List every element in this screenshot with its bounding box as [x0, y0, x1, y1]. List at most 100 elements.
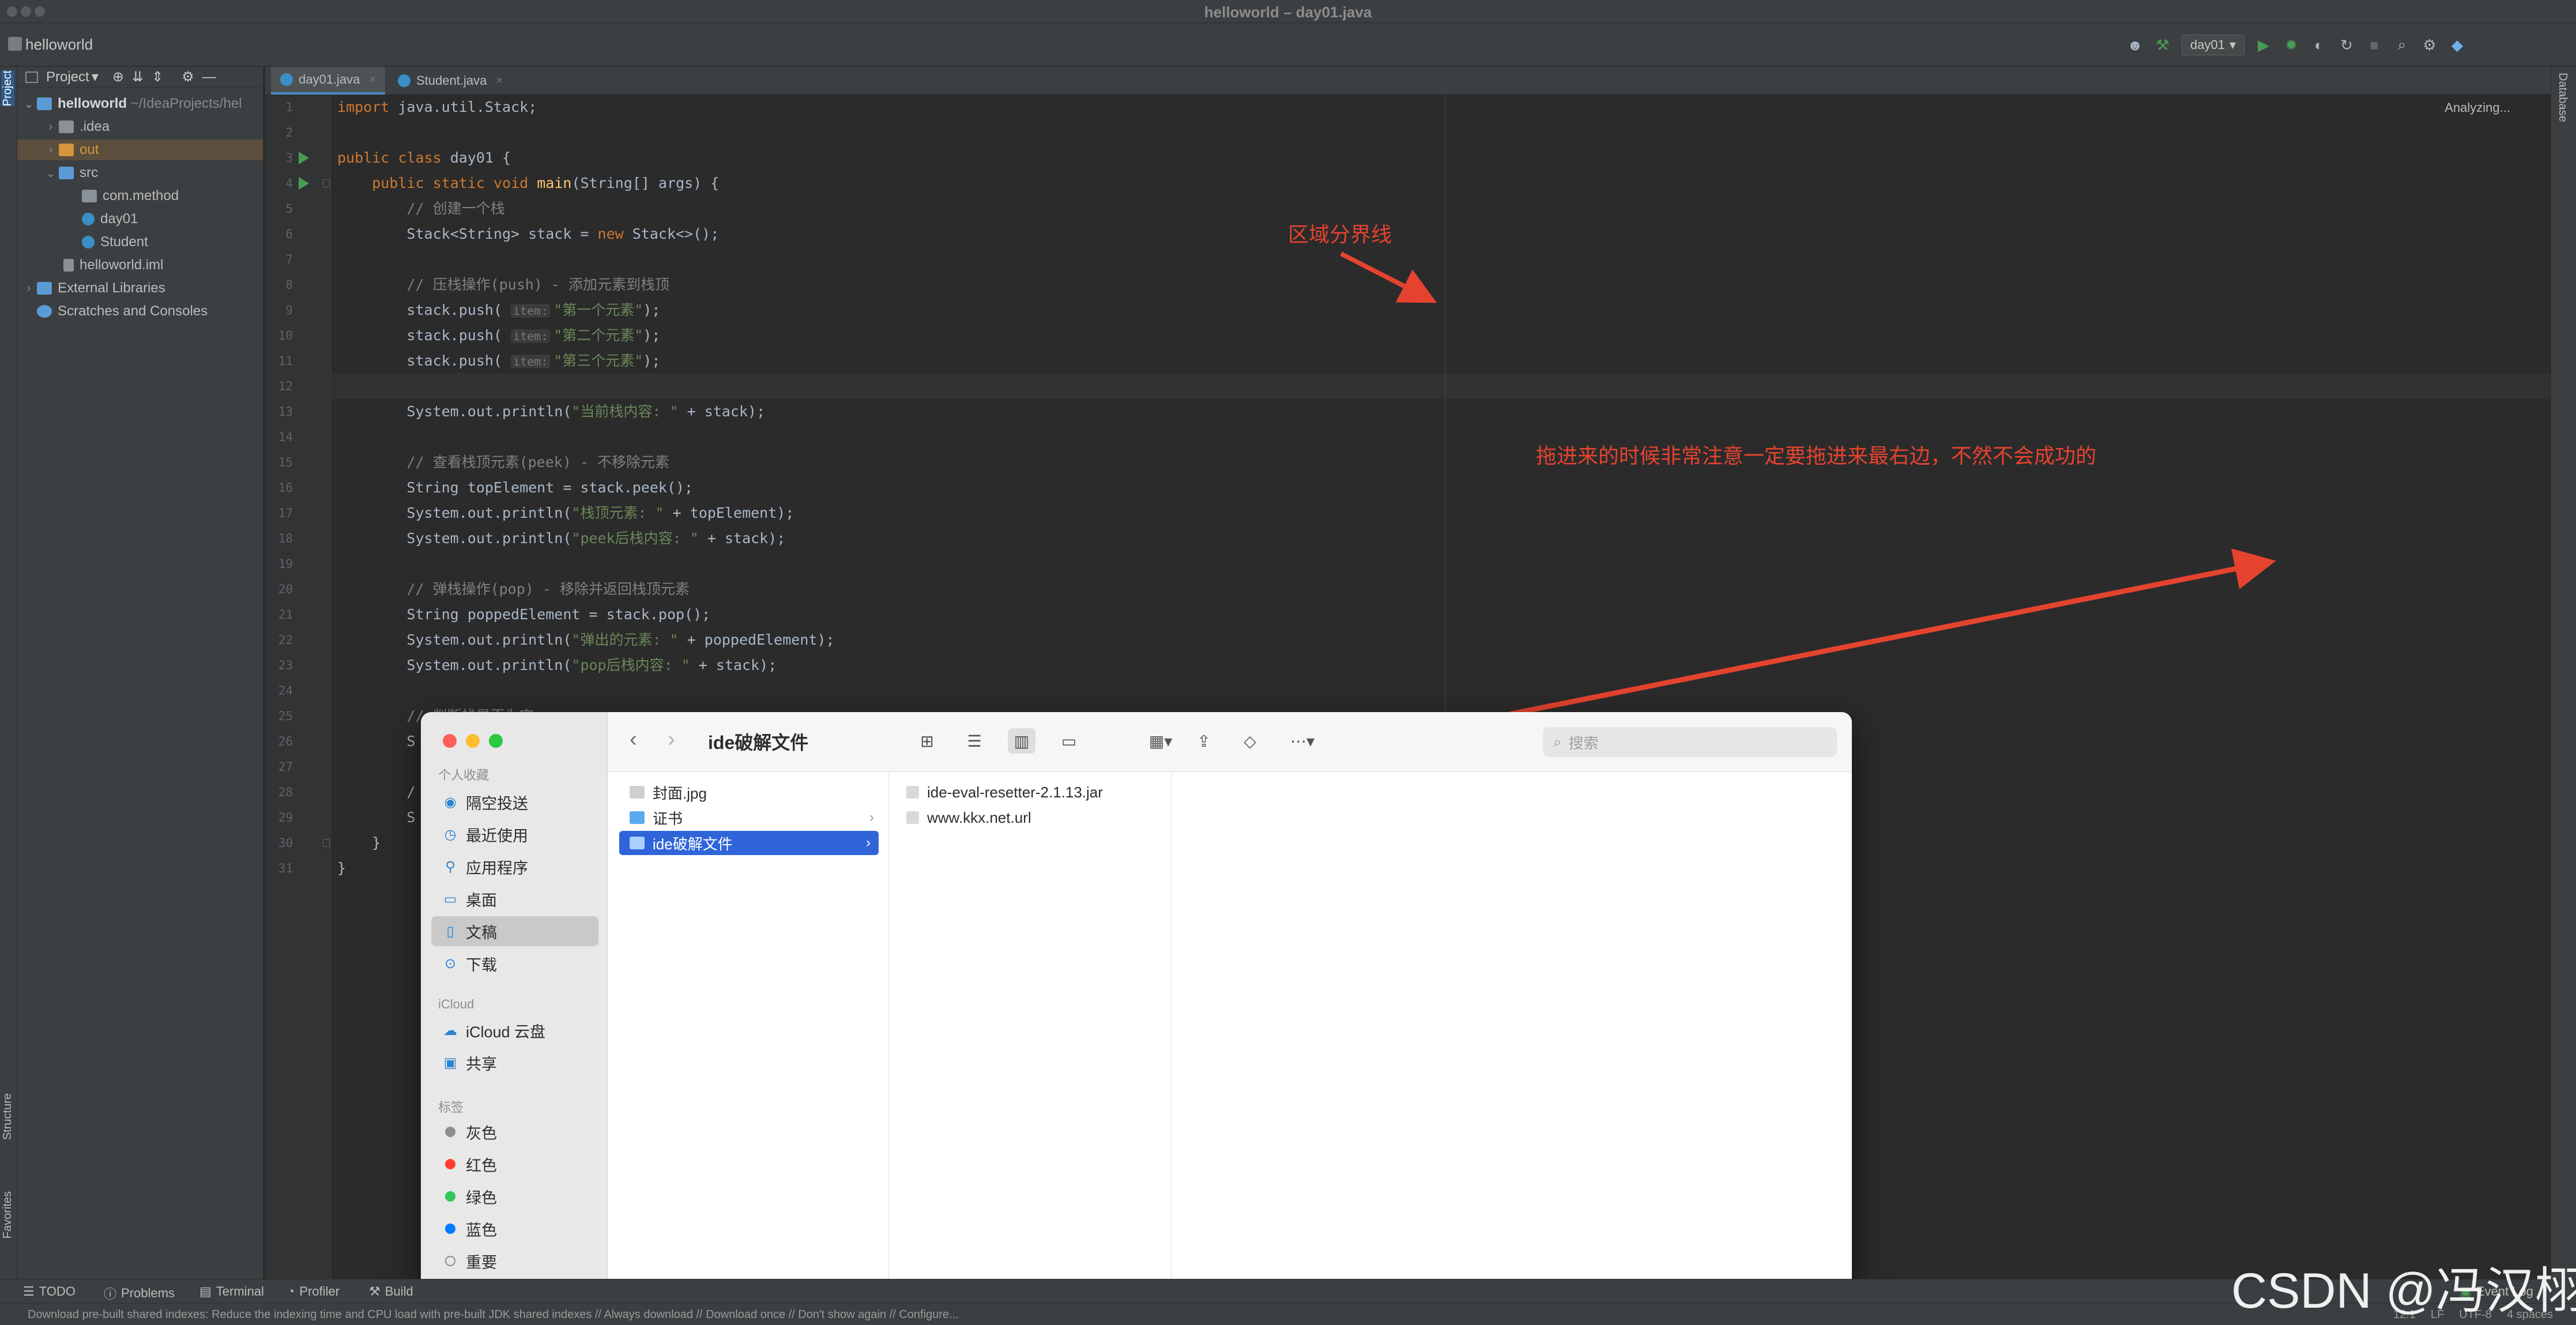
- search-icon: ⌕: [1553, 733, 1562, 750]
- status-message[interactable]: Download pre-built shared indexes: Reduc…: [28, 1308, 959, 1322]
- file-label: www.kkx.net.url: [927, 808, 1031, 826]
- applications-icon: ⚲: [445, 859, 455, 875]
- finder-column-2: ide-eval-resetter-2.1.13.jar www.kkx.net…: [889, 772, 1172, 1307]
- tool-label: Problems: [121, 1286, 175, 1300]
- file-label: ide破解文件: [653, 835, 733, 853]
- shared-folder-icon: ▣: [443, 1055, 457, 1071]
- search-placeholder: 搜索: [1568, 734, 1599, 752]
- finder-sidebar: 个人收藏 ◉ 隔空投送 ◷ 最近使用 ⚲ 应用程序 ▭ 桌面 ▯ 文稿 ⊙ 下载 iClou…: [421, 712, 608, 1307]
- jar-file-icon: [906, 786, 919, 799]
- hammer-icon: ⚒: [369, 1284, 381, 1298]
- tag-dot-icon: [445, 1127, 455, 1137]
- list-item-certificate[interactable]: 证书 ›: [623, 805, 882, 830]
- column-view-icon[interactable]: ▥: [1008, 728, 1035, 754]
- file-label: 证书: [653, 810, 683, 827]
- tool-problems[interactable]: ⓘ Problems: [104, 1284, 175, 1303]
- folder-icon: [630, 837, 645, 849]
- finder-column-1: 封面.jpg 证书 › ide破解文件 ›: [608, 772, 889, 1307]
- image-file-icon: [630, 786, 645, 799]
- sidebar-item-airdrop[interactable]: ◉ 隔空投送: [431, 787, 598, 817]
- status-bar: Download pre-built shared indexes: Reduc…: [0, 1303, 2576, 1325]
- sidebar-item-label: 下载: [466, 956, 497, 974]
- terminal-icon: ▤: [199, 1284, 212, 1298]
- sidebar-tag-important[interactable]: 重要: [431, 1246, 598, 1276]
- sidebar-tag-green[interactable]: 绿色: [431, 1181, 598, 1211]
- download-icon: ⊙: [444, 955, 457, 972]
- sidebar-section-icloud: iCloud: [438, 997, 474, 1011]
- list-view-icon[interactable]: ☰: [961, 728, 988, 754]
- tag-dot-icon: [445, 1224, 455, 1234]
- tool-todo[interactable]: ☰ TODO: [23, 1284, 76, 1299]
- tool-label: Terminal: [216, 1284, 264, 1298]
- tool-label: Build: [385, 1284, 413, 1298]
- tool-label: TODO: [39, 1284, 76, 1298]
- file-label: 封面.jpg: [653, 784, 707, 802]
- sidebar-item-label: iCloud 云盘: [466, 1023, 546, 1041]
- finder-current-folder: ide破解文件: [708, 732, 809, 753]
- document-icon: ▯: [446, 923, 454, 939]
- share-icon[interactable]: ⇪: [1190, 728, 1218, 754]
- cloud-icon: ☁: [443, 1022, 457, 1038]
- sidebar-tag-gray[interactable]: 灰色: [431, 1117, 598, 1147]
- profiler-icon: ◔: [287, 1284, 295, 1298]
- zoom-window-icon[interactable]: [489, 734, 503, 748]
- sidebar-item-desktop[interactable]: ▭ 桌面: [431, 884, 598, 914]
- arrow-to-boundary: [1340, 251, 1437, 303]
- icon-view-icon[interactable]: ⊞: [913, 728, 941, 754]
- sidebar-item-label: 隔空投送: [466, 795, 528, 812]
- finder-toolbar: ‹ › ide破解文件 ⊞ ☰ ▥ ▭ ▦▾ ⇪ ◇ ⋯▾ ⌕ 搜索: [608, 712, 1852, 772]
- desktop-icon: ▭: [443, 891, 457, 907]
- chevron-right-icon: ›: [866, 835, 871, 850]
- folder-icon: [630, 811, 645, 824]
- sidebar-item-label: 文稿: [466, 924, 497, 942]
- sidebar-item-label: 最近使用: [466, 827, 528, 845]
- sidebar-tag-red[interactable]: 红色: [431, 1149, 598, 1179]
- sidebar-item-documents[interactable]: ▯ 文稿: [431, 916, 598, 946]
- finder-window[interactable]: 个人收藏 ◉ 隔空投送 ◷ 最近使用 ⚲ 应用程序 ▭ 桌面 ▯ 文稿 ⊙ 下载 iClou…: [421, 712, 1852, 1307]
- list-item-jar[interactable]: ide-eval-resetter-2.1.13.jar: [906, 780, 1160, 804]
- list-item-url[interactable]: www.kkx.net.url: [906, 805, 1160, 830]
- sidebar-item-label: 灰色: [466, 1124, 497, 1142]
- sidebar-item-label: 应用程序: [466, 859, 528, 877]
- close-window-icon[interactable]: [443, 734, 457, 748]
- problems-icon: ⓘ: [104, 1287, 117, 1301]
- watermark: CSDN @冯汉栩: [2231, 1263, 2576, 1319]
- sidebar-item-label: 绿色: [466, 1189, 497, 1207]
- sidebar-item-downloads[interactable]: ⊙ 下载: [431, 948, 598, 978]
- list-item-ide-folder[interactable]: ide破解文件 ›: [619, 831, 879, 855]
- tool-build[interactable]: ⚒ Build: [369, 1284, 413, 1299]
- sidebar-item-applications[interactable]: ⚲ 应用程序: [431, 852, 598, 882]
- clock-icon: ◷: [444, 826, 457, 842]
- file-label: ide-eval-resetter-2.1.13.jar: [927, 783, 1103, 801]
- sidebar-item-shared[interactable]: ▣ 共享: [431, 1048, 598, 1078]
- sidebar-item-label: 红色: [466, 1157, 497, 1175]
- tag-dot-icon: [445, 1159, 455, 1169]
- more-actions-icon[interactable]: ⋯▾: [1282, 728, 1323, 754]
- minimize-window-icon[interactable]: [466, 734, 480, 748]
- sidebar-item-icloud-drive[interactable]: ☁ iCloud 云盘: [431, 1015, 598, 1045]
- sidebar-item-label: 共享: [466, 1055, 497, 1073]
- tool-label: Profiler: [299, 1284, 340, 1298]
- list-icon: ☰: [23, 1284, 35, 1298]
- sidebar-item-recents[interactable]: ◷ 最近使用: [431, 819, 598, 849]
- tag-dot-icon: [445, 1191, 455, 1202]
- search-input[interactable]: ⌕ 搜索: [1543, 727, 1837, 757]
- tool-profiler[interactable]: ◔ Profiler: [287, 1284, 340, 1299]
- list-item-cover-jpg[interactable]: 封面.jpg: [623, 780, 882, 804]
- tag-icon[interactable]: ◇: [1236, 728, 1264, 754]
- back-icon[interactable]: ‹: [630, 727, 637, 752]
- airdrop-icon: ◉: [444, 794, 457, 810]
- sidebar-section-favorites: 个人收藏: [438, 768, 489, 782]
- sidebar-item-label: 蓝色: [466, 1221, 497, 1239]
- sidebar-section-tags: 标签: [438, 1100, 464, 1115]
- sidebar-item-label: 重要: [466, 1254, 497, 1271]
- tag-dot-icon: [445, 1256, 455, 1266]
- sidebar-item-label: 桌面: [466, 891, 497, 909]
- gallery-view-icon[interactable]: ▭: [1055, 728, 1083, 754]
- chevron-right-icon: ›: [869, 810, 874, 825]
- url-file-icon: [906, 811, 919, 824]
- forward-icon[interactable]: ›: [668, 727, 675, 752]
- sidebar-tag-blue[interactable]: 蓝色: [431, 1214, 598, 1244]
- tool-terminal[interactable]: ▤ Terminal: [199, 1284, 264, 1299]
- group-by-icon[interactable]: ▦▾: [1140, 728, 1181, 754]
